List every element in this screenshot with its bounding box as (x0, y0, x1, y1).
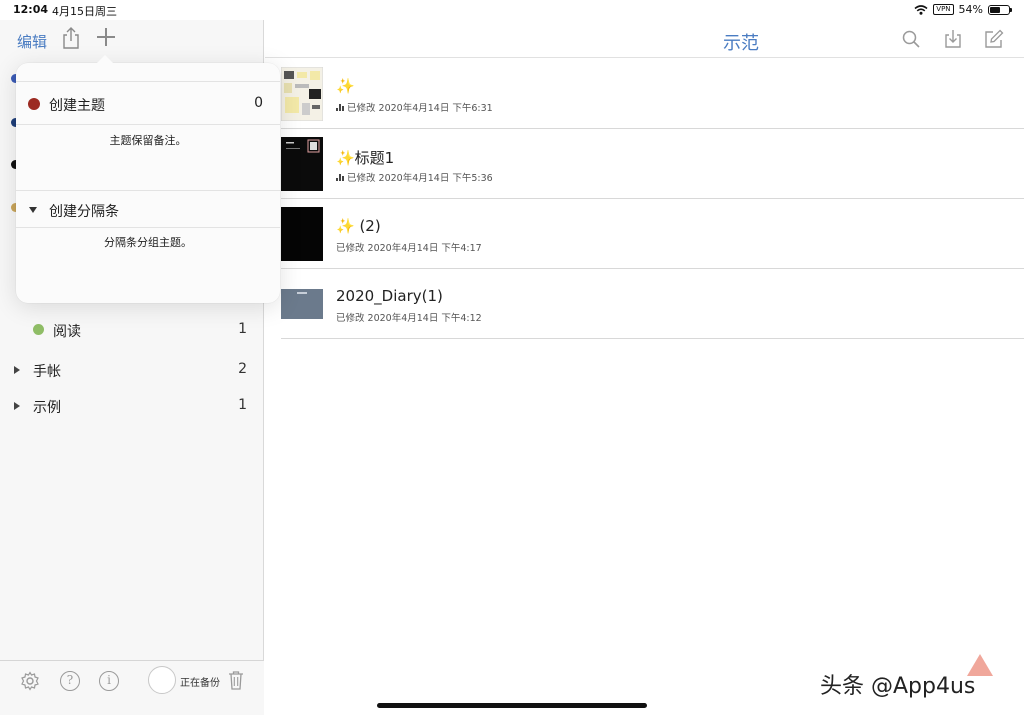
note-row[interactable]: ✨ 已修改 2020年4月14日 下午6:31 (281, 59, 1024, 129)
compose-icon[interactable] (984, 29, 1004, 49)
main-navbar: 示范 (265, 20, 1024, 58)
sidebar-item-count: 1 (238, 397, 247, 413)
create-topic-count: 0 (254, 95, 263, 111)
home-indicator[interactable] (377, 703, 647, 708)
audio-bars-icon (336, 173, 344, 181)
backup-status: 正在备份 (180, 678, 220, 689)
note-thumbnail (281, 137, 323, 191)
battery-percent: 54% (958, 3, 983, 16)
create-divider-label: 创建分隔条 (49, 204, 119, 220)
info-icon[interactable]: i (99, 671, 119, 691)
note-title: 2020_Diary(1) (336, 287, 443, 305)
note-meta: 已修改 2020年4月14日 下午6:31 (336, 100, 493, 114)
create-topic-item[interactable]: 创建主题 0 (16, 94, 280, 116)
page-title: 示范 (723, 33, 759, 54)
sidebar-bottom-toolbar: ? i 正在备份 (0, 660, 264, 715)
battery-fill (990, 6, 1000, 13)
wifi-icon (914, 4, 928, 15)
create-divider-description: 分隔条分组主题。 (104, 236, 192, 249)
trash-icon[interactable] (228, 670, 244, 690)
note-row[interactable]: ✨标题1 已修改 2020年4月14日 下午5:36 (281, 129, 1024, 199)
note-modified-date: 已修改 2020年4月14日 下午6:31 (347, 103, 493, 114)
sidebar-item-label: 阅读 (53, 324, 81, 340)
import-icon[interactable] (943, 29, 963, 49)
note-modified-date: 已修改 2020年4月14日 下午4:12 (336, 313, 482, 324)
help-icon[interactable]: ? (60, 671, 80, 691)
sidebar-item-examples[interactable]: 示例 1 (0, 394, 264, 418)
note-thumbnail (281, 207, 323, 261)
note-meta: 已修改 2020年4月14日 下午4:12 (336, 310, 482, 324)
note-modified-date: 已修改 2020年4月14日 下午5:36 (347, 173, 493, 184)
disclosure-triangle-icon[interactable] (14, 402, 20, 410)
note-meta: 已修改 2020年4月14日 下午4:17 (336, 240, 482, 254)
disclosure-triangle-icon (29, 207, 37, 213)
audio-bars-icon (336, 103, 344, 111)
note-row[interactable]: ✨ (2) 已修改 2020年4月14日 下午4:17 (281, 199, 1024, 269)
create-divider-item[interactable]: 创建分隔条 (16, 200, 280, 222)
battery-icon (988, 4, 1012, 15)
add-menu-popover: 创建主题 0 主题保留备注。 创建分隔条 分隔条分组主题。 (16, 55, 280, 303)
note-meta: 已修改 2020年4月14日 下午5:36 (336, 170, 493, 184)
sidebar-item-label: 示例 (33, 400, 61, 416)
share-icon[interactable] (60, 26, 82, 50)
add-icon[interactable] (96, 27, 116, 47)
disclosure-triangle-icon[interactable] (14, 366, 20, 374)
sidebar-item-label: 手帐 (33, 364, 61, 380)
note-thumbnail (281, 67, 323, 121)
sidebar-item-count: 2 (238, 361, 247, 377)
note-modified-date: 已修改 2020年4月14日 下午4:17 (336, 243, 482, 254)
status-date: 4月15日周三 (52, 5, 117, 18)
popover-arrow (96, 55, 114, 64)
sidebar-toolbar: 编辑 (0, 20, 264, 58)
note-title: ✨ (336, 77, 355, 95)
create-topic-description: 主题保留备注。 (109, 134, 187, 147)
note-title: ✨ (2) (336, 217, 381, 235)
edit-button[interactable]: 编辑 (17, 31, 47, 52)
note-row[interactable]: 2020_Diary(1) 已修改 2020年4月14日 下午4:12 (281, 269, 1024, 339)
divider (16, 124, 280, 125)
divider (16, 227, 280, 228)
search-icon[interactable] (901, 29, 921, 49)
note-title: ✨标题1 (336, 149, 395, 167)
topic-color-dot (33, 324, 44, 335)
watermark: 头条 @App4us (820, 674, 976, 699)
gear-icon[interactable] (20, 671, 40, 691)
vpn-badge: VPN (933, 4, 954, 15)
sidebar-item-count: 1 (238, 321, 247, 337)
main-panel: 示范 ✨ 已修改 2020年4月14日 下午6:31 ✨标题1 已修改 2020… (265, 20, 1024, 715)
backup-progress-ring (148, 666, 176, 694)
sidebar-item-reading[interactable]: 阅读 1 (0, 318, 264, 342)
create-topic-label: 创建主题 (49, 98, 105, 114)
sidebar-item-journal[interactable]: 手帐 2 (0, 358, 264, 382)
note-thumbnail (281, 289, 323, 319)
divider (16, 190, 280, 191)
status-time: 12:04 (13, 3, 49, 16)
status-bar: 12:04 4月15日周三 VPN 54% (0, 0, 1024, 20)
status-right: VPN 54% (914, 3, 1012, 16)
divider (16, 81, 280, 82)
topic-color-dot (28, 98, 40, 110)
